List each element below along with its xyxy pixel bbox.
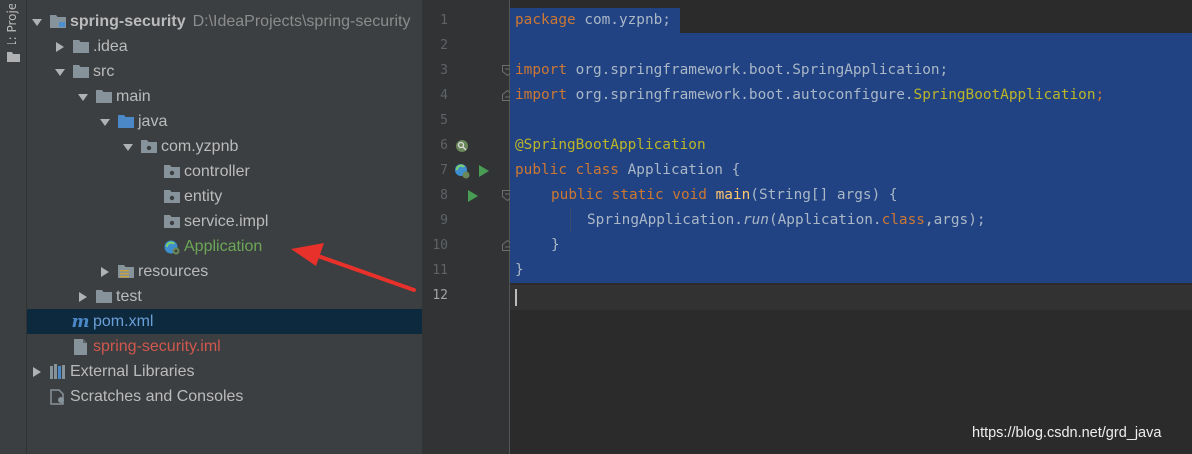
tree-item-controller[interactable]: controller [27,159,422,184]
tool-window-stripe: 1: Project [0,0,27,454]
selection [510,233,1192,258]
package-icon [163,214,180,230]
chevron-down-icon[interactable] [54,66,66,78]
chevron-down-icon[interactable] [122,141,134,153]
scratches-icon [49,388,66,405]
tree-item-src[interactable]: src [27,59,422,84]
tree-item-service-impl[interactable]: service.impl [27,209,422,234]
line-number: 3 [440,63,448,78]
tree-item-resources[interactable]: resources [27,259,422,284]
tree-item-project-root[interactable]: spring-security D:\IdeaProjects\spring-s… [27,9,422,34]
run-class-icon[interactable] [477,163,491,179]
chevron-right-icon[interactable] [54,41,66,53]
text-caret [515,289,517,306]
line-number: 7 [440,163,448,178]
tree-item-label: spring-security.iml [93,337,221,355]
maven-icon: m [71,311,90,332]
project-tree: spring-security D:\IdeaProjects\spring-s… [27,0,422,454]
folder-icon [7,52,20,62]
spring-bean-icon[interactable] [454,138,470,154]
project-root-path: D:\IdeaProjects\spring-security [192,12,411,30]
watermark: https://blog.csdn.net/grd_java [972,425,1162,441]
package-icon [163,164,180,180]
chevron-right-icon[interactable] [77,291,89,303]
tree-item-application[interactable]: Application [27,234,422,259]
tree-item-label: service.impl [184,212,269,230]
module-folder-icon [49,14,66,30]
spring-boot-class-icon [163,239,180,255]
line-number: 8 [440,188,448,203]
chevron-down-icon[interactable] [77,91,89,103]
code-line-6: @SpringBootApplication [515,137,706,153]
spring-boot-bean-icon[interactable] [454,163,470,179]
tree-item-label: resources [138,262,209,280]
source-folder-icon [117,114,134,130]
tree-item-label: Application [184,237,263,255]
code-line-4: import org.springframework.boot.autoconf… [515,87,1105,103]
tree-item-label: com.yzpnb [161,137,239,155]
editor-gutter: 1 2 3 4 5 6 7 8 9 10 11 12 [422,0,513,454]
line-number: 5 [440,113,448,128]
folder-icon [72,39,89,55]
project-tool-tab[interactable]: 1: Project [5,4,22,44]
tree-item-scratches[interactable]: Scratches and Consoles [27,384,422,409]
selection [510,108,1192,133]
chevron-down-icon[interactable] [99,116,111,128]
iml-file-icon [72,338,89,355]
tree-item-external-libraries[interactable]: External Libraries [27,359,422,384]
folder-icon [95,289,112,305]
tree-item-entity[interactable]: entity [27,184,422,209]
tree-item-java[interactable]: java [27,109,422,134]
indent-guide [570,208,571,233]
code-line-1: package com.yzpnb; [515,12,671,28]
tree-item-label: controller [184,162,250,180]
run-main-icon[interactable] [466,188,480,204]
tree-item-label: .idea [93,37,128,55]
code-line-8: public static void main(String[] args) { [551,187,898,203]
tree-item-label: test [116,287,142,305]
chevron-down-icon[interactable] [31,16,43,28]
line-number: 10 [432,238,448,253]
line-number-current: 12 [432,288,448,303]
code-line-9: SpringApplication.run(Application.class,… [587,212,986,228]
project-root-name: spring-security [70,12,186,30]
line-number: 11 [432,263,448,278]
tree-item-label: java [138,112,168,130]
line-number: 2 [440,38,448,53]
folder-icon [95,89,112,105]
code-line-3: import org.springframework.boot.SpringAp… [515,62,949,78]
current-line-highlight [510,285,1192,310]
tree-item-label: Scratches and Consoles [70,387,244,405]
tree-item-label: External Libraries [70,362,195,380]
line-number: 4 [440,88,448,103]
tree-item-iml[interactable]: spring-security.iml [27,334,422,359]
tree-item-pom[interactable]: m pom.xml [27,309,422,334]
code-line-10: } [551,237,560,253]
tree-item-label: entity [184,187,223,205]
code-line-11: } [515,262,524,278]
tree-item-main[interactable]: main [27,84,422,109]
tree-item-package[interactable]: com.yzpnb [27,134,422,159]
library-icon [49,364,66,380]
chevron-right-icon[interactable] [31,366,43,378]
tree-item-label: pom.xml [93,312,154,330]
package-icon [163,189,180,205]
line-number: 9 [440,213,448,228]
selection [510,258,1192,283]
project-tool-tab-label: 1: Project [5,4,19,44]
line-number: 6 [440,138,448,153]
package-icon [140,139,157,155]
code-line-7: public class Application { [515,162,741,178]
line-number: 1 [440,13,448,28]
folder-icon [72,64,89,80]
resources-folder-icon [117,264,134,280]
tree-item-test[interactable]: test [27,284,422,309]
code-editor[interactable]: package com.yzpnb; import org.springfram… [510,0,1192,454]
tree-item-label: src [93,62,115,80]
selection [510,33,1192,58]
chevron-right-icon[interactable] [99,266,111,278]
tree-item-idea[interactable]: .idea [27,34,422,59]
tree-item-label: main [116,87,151,105]
